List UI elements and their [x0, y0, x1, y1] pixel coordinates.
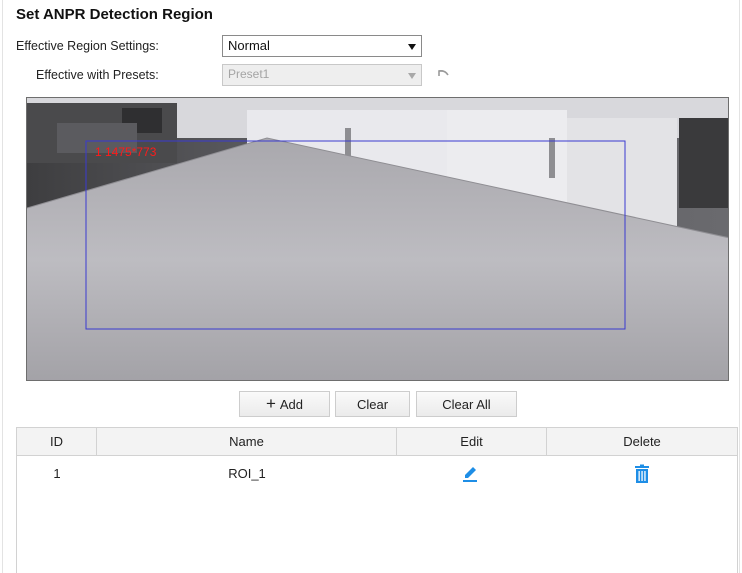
add-button[interactable]: + Add	[239, 391, 330, 417]
header-name: Name	[97, 428, 397, 455]
undo-icon[interactable]	[436, 67, 450, 79]
video-preview[interactable]: 1 1475*773	[26, 97, 729, 381]
presets-value: Preset1	[228, 67, 270, 81]
camera-scene	[27, 98, 728, 380]
roi-label: 1 1475*773	[95, 145, 157, 159]
clear-all-button[interactable]: Clear All	[416, 391, 517, 417]
region-settings-label: Effective Region Settings:	[16, 39, 159, 53]
roi-table: ID Name Edit Delete 1 ROI_1	[16, 427, 738, 573]
table-header: ID Name Edit Delete	[17, 428, 737, 456]
clear-button[interactable]: Clear	[335, 391, 410, 417]
trash-icon[interactable]	[632, 464, 652, 484]
clear-all-button-label: Clear All	[442, 396, 491, 412]
add-button-label: Add	[279, 396, 304, 412]
page-title: Set ANPR Detection Region	[16, 6, 213, 23]
presets-label: Effective with Presets:	[36, 68, 159, 82]
region-settings-select[interactable]: Normal	[222, 35, 422, 57]
presets-select: Preset1	[222, 64, 422, 86]
plus-icon: +	[265, 393, 276, 413]
chevron-down-icon	[408, 73, 416, 79]
header-id: ID	[17, 428, 97, 455]
row-name: ROI_1	[228, 466, 266, 481]
region-settings-value: Normal	[228, 38, 270, 53]
row-id: 1	[53, 466, 61, 481]
chevron-down-icon	[408, 44, 416, 50]
header-edit: Edit	[397, 428, 547, 455]
header-delete: Delete	[623, 434, 661, 449]
clear-button-label: Clear	[356, 396, 389, 412]
pencil-icon[interactable]	[460, 464, 480, 484]
